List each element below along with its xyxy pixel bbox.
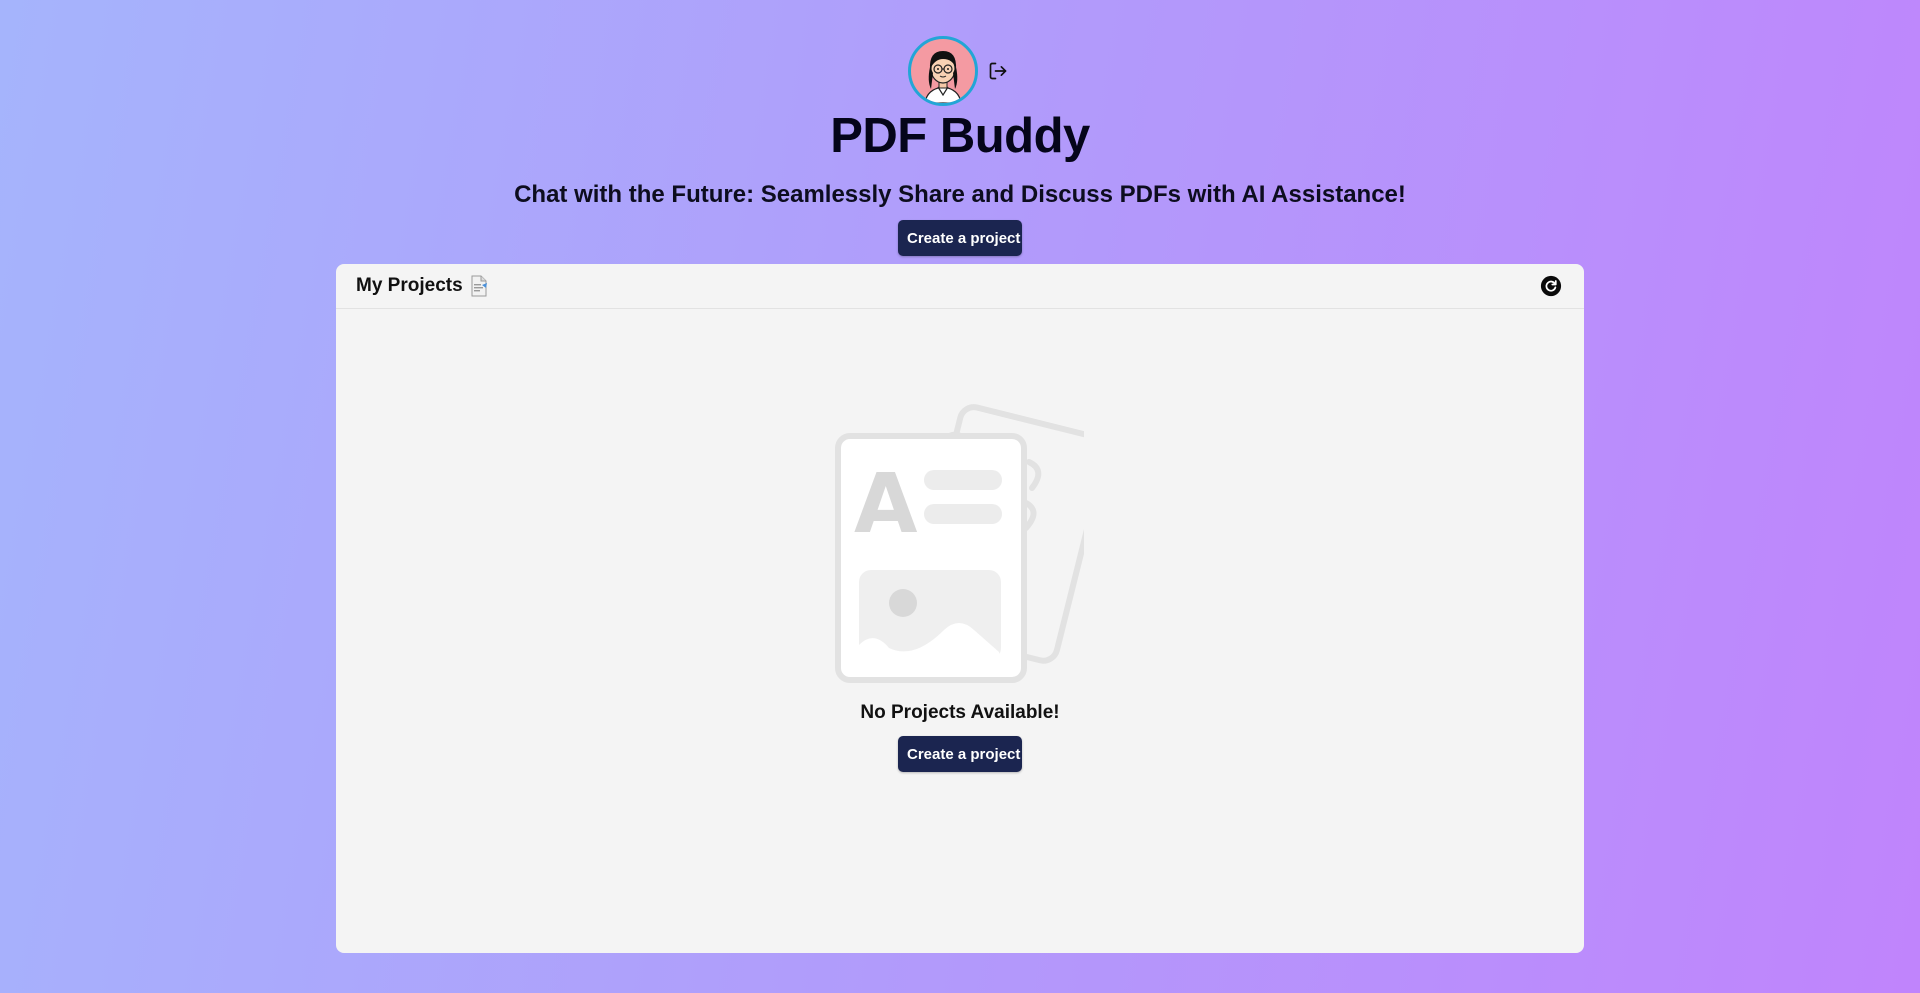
user-controls — [908, 36, 1008, 106]
create-project-button[interactable]: Create a project — [898, 220, 1022, 256]
avatar[interactable] — [908, 36, 978, 106]
empty-state-message: No Projects Available! — [860, 702, 1060, 723]
projects-title-label: My Projects — [356, 275, 463, 296]
create-project-empty-button[interactable]: Create a project — [898, 736, 1022, 772]
empty-documents-illustration-icon: A — [835, 404, 1084, 683]
svg-text:A: A — [854, 457, 918, 552]
logout-icon[interactable] — [988, 61, 1008, 81]
document-emoji-icon — [471, 275, 487, 297]
page-subtitle: Chat with the Future: Seamlessly Share a… — [514, 181, 1406, 208]
projects-panel-header: My Projects — [336, 264, 1584, 309]
projects-panel: My Projects A No Projects Available! Cre… — [336, 264, 1584, 953]
refresh-icon[interactable] — [1540, 275, 1562, 297]
page-title: PDF Buddy — [830, 109, 1090, 163]
projects-title: My Projects — [356, 275, 489, 297]
avatar-icon — [924, 51, 962, 103]
